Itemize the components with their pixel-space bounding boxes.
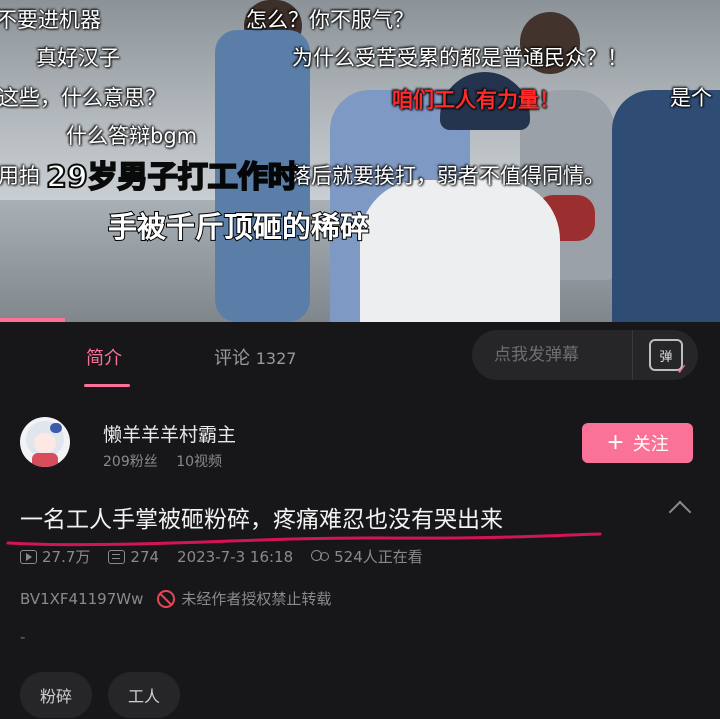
people-icon [311,549,330,564]
uploader-name[interactable]: 懒羊羊羊村霸主 [103,420,236,447]
copyright-notice: 未经作者授权禁止转载 [181,590,332,608]
avatar-art [32,453,58,467]
bvid[interactable]: BV1XF41197Ww [20,590,143,608]
danmaku-comment: 咱们工人有力量！ [392,88,560,112]
check-icon: ✓ [676,362,688,378]
video-caption-top: 29岁男子打工作时 [45,159,299,196]
avatar[interactable] [20,417,70,467]
danmaku-comment: 用拍 [0,164,40,188]
watching-stat: 524人正在看 [311,546,423,567]
follow-button[interactable]: + 关注 [582,423,693,463]
follow-label: 关注 [632,434,669,455]
tab-comments-count: 1327 [255,349,297,368]
danmaku-comment: 是个 [670,86,712,110]
danmaku-comment: 这些，什么意思？ [0,86,166,110]
bvid-row: BV1XF41197Ww 未经作者授权禁止转载 [20,588,331,609]
danmaku-count-icon [108,549,126,564]
danmaku-icon: 弹 ✓ [649,339,688,377]
danmaku-comment: 怎么？你不服气？ [246,8,414,32]
danmaku-icon-glyph: 弹 [659,349,673,365]
tab-intro[interactable]: 简介 [86,344,122,370]
danmaku-input[interactable] [494,330,634,380]
video-description: - [20,628,26,646]
views-count: 27.7万 [42,548,91,566]
danmaku-stat: 274 [108,548,159,566]
tab-comments[interactable]: 评论 1327 [214,344,296,370]
danmaku-comment: 什么答辩bgm [66,124,198,148]
uploader-fans: 209粉丝 [103,454,158,470]
views-stat: 27.7万 [20,546,90,567]
danmaku-comment: 为什么受苦受累的都是普通民众？！ [292,46,628,70]
tag-list: 粉碎 工人 [20,672,196,718]
danmaku-send-bar: 弹 ✓ [472,330,698,380]
avatar-art [50,423,62,433]
video-caption-bottom: 手被千斤顶砸的稀碎 [107,209,370,245]
video-meta: 27.7万 274 2023-7-3 16:18 524人正在看 [20,546,441,567]
danmaku-comment: 不要进机器 [0,8,101,32]
danmaku-comment: 真好汉子 [36,46,120,70]
tab-active-indicator [84,384,130,387]
plus-icon: + [606,430,625,455]
tag-item[interactable]: 工人 [108,672,181,718]
video-figure [360,180,560,322]
watching-count: 524人正在看 [334,548,423,566]
avatar-art [34,433,56,453]
no-repost-icon [157,589,176,608]
video-figure [612,90,720,322]
play-count-icon [20,549,37,564]
video-player[interactable]: 不要进机器 怎么？你不服气？ 真好汉子 为什么受苦受累的都是普通民众？！ 这些，… [0,0,720,322]
tab-comments-label: 评论 [214,348,250,369]
danmaku-toggle-button[interactable]: 弹 ✓ [632,330,699,380]
chevron-up-icon[interactable] [668,500,692,524]
publish-date: 2023-7-3 16:18 [177,547,294,566]
tag-item[interactable]: 粉碎 [20,672,93,718]
danmaku-count: 274 [130,547,160,566]
danmaku-comment: 落后就要挨打，弱者不值得同情。 [290,164,605,188]
uploader-videos: 10视频 [176,454,223,470]
uploader-stats: 209粉丝 10视频 [103,451,236,471]
